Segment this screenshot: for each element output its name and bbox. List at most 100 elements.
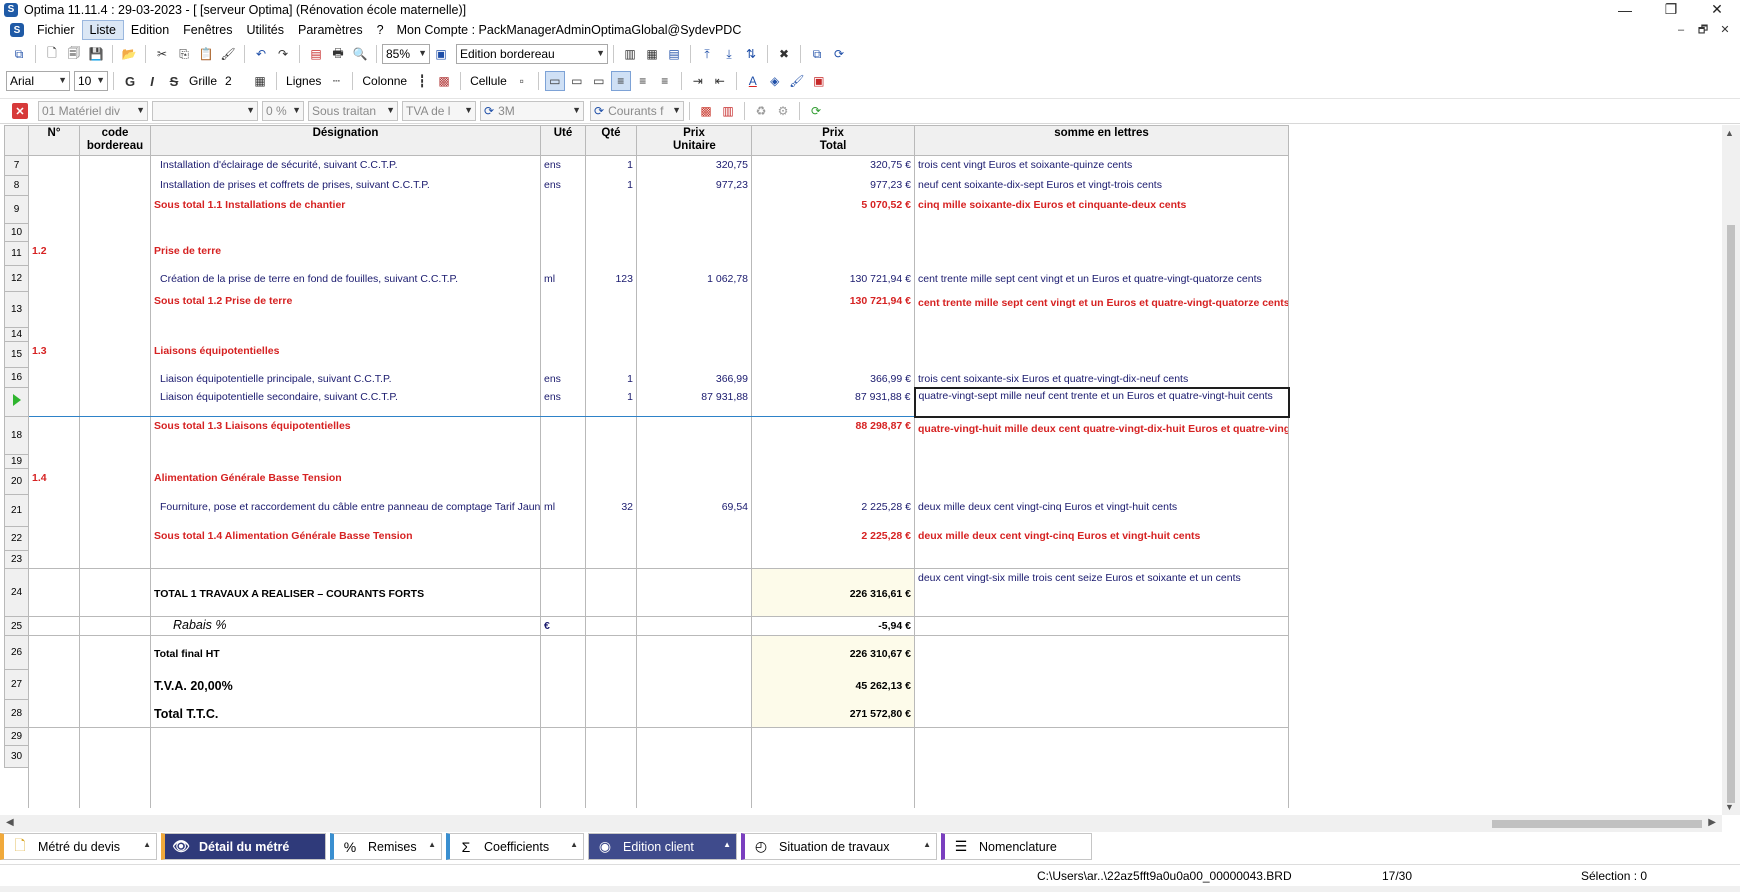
cell-designation[interactable]: Total T.T.C. — [150, 699, 541, 728]
row-number[interactable]: 12 — [4, 265, 29, 292]
table-row[interactable]: 10 — [4, 223, 1289, 242]
grid-icon[interactable]: ▦ — [250, 71, 270, 91]
cell-lettres[interactable]: cent trente mille sept cent vingt et un … — [914, 265, 1289, 292]
save-icon[interactable]: 💾 — [86, 44, 106, 64]
cell-num[interactable] — [28, 291, 80, 328]
menu-parametres[interactable]: Paramètres — [291, 20, 370, 40]
column-style-icon[interactable]: ┇ — [412, 71, 432, 91]
cell-pt[interactable]: 88 298,87 € — [751, 416, 915, 455]
cell-ute[interactable]: ens — [540, 367, 586, 388]
cell-num[interactable] — [28, 175, 80, 196]
color-palette-icon[interactable]: ▩ — [696, 101, 716, 121]
cell-pt[interactable]: 226 316,61 € — [751, 568, 915, 617]
move-top-icon[interactable]: ⤒ — [697, 44, 717, 64]
cell-num[interactable] — [28, 195, 80, 224]
duplicate-window-icon[interactable]: ⧉ — [807, 44, 827, 64]
row-number[interactable]: 27 — [4, 669, 29, 700]
col-header-code[interactable]: code bordereau — [79, 125, 151, 156]
refresh-icon[interactable]: ⟳ — [829, 44, 849, 64]
new-document-icon[interactable]: 🗋 — [42, 44, 62, 64]
close-x-icon[interactable]: ✕ — [12, 103, 28, 119]
menu-utilites[interactable]: Utilités — [240, 20, 292, 40]
cell-pu[interactable]: 69,54 — [636, 494, 752, 527]
cell-ute[interactable]: € — [540, 616, 586, 636]
print-preview-icon[interactable]: 🔍 — [350, 44, 370, 64]
cell-code[interactable] — [79, 155, 151, 176]
cell-designation[interactable]: Liaison équipotentielle secondaire, suiv… — [150, 387, 541, 417]
view-mode-select[interactable]: Edition bordereau ▼ — [456, 44, 608, 64]
cell-designation[interactable]: Liaison équipotentielle principale, suiv… — [150, 367, 541, 388]
paint-brush-icon[interactable]: 🖌 — [787, 71, 807, 91]
cell-code[interactable] — [79, 175, 151, 196]
row-number[interactable]: 11 — [4, 241, 29, 266]
cell-lettres-selected[interactable]: quatre-vingt-sept mille neuf cent trente… — [913, 386, 1290, 418]
row-number[interactable]: 30 — [4, 745, 29, 768]
indent-icon[interactable]: ⇥ — [688, 71, 708, 91]
format-clear-icon[interactable]: ▣ — [809, 71, 829, 91]
scroll-right-icon[interactable]: ▶ — [1708, 817, 1716, 828]
grid-value[interactable]: 2 — [225, 74, 245, 88]
reference-select[interactable]: ⟳ 3M ▼ — [480, 101, 584, 121]
row-number[interactable]: 24 — [4, 568, 29, 617]
maximize-button[interactable]: ❐ — [1648, 0, 1694, 19]
menu-edition[interactable]: Edition — [124, 20, 176, 40]
windows-icon[interactable]: ⧉ — [9, 44, 29, 64]
row-number[interactable]: 23 — [4, 550, 29, 569]
tab-coefficients[interactable]: Σ Coefficients ▲ — [446, 833, 584, 860]
cell-num[interactable]: 1.4 — [28, 468, 80, 495]
cell-qte[interactable] — [585, 195, 637, 224]
cell-ute[interactable]: ml — [540, 265, 586, 292]
table-row[interactable]: 8 Installation de prises et coffrets de … — [4, 175, 1289, 196]
cell-designation[interactable]: Sous total 1.1 Installations de chantier — [150, 195, 541, 224]
cell-designation[interactable]: Sous total 1.3 Liaisons équipotentielles — [150, 416, 541, 455]
cell-lettres[interactable]: deux mille deux cent vingt-cinq Euros et… — [914, 526, 1289, 551]
cell-ute[interactable]: ens — [540, 175, 586, 196]
zoom-select[interactable]: 85% ▼ — [382, 44, 430, 64]
cut-icon[interactable]: ✂ — [152, 44, 172, 64]
row-number[interactable]: 25 — [4, 616, 29, 636]
cell-designation[interactable]: Total final HT — [150, 635, 541, 670]
table-row[interactable]: 24 TOTAL 1 TRAVAUX A REALISER – COURANTS… — [4, 568, 1289, 617]
cell-designation[interactable]: T.V.A. 20,00% — [150, 669, 541, 700]
menu-fichier[interactable]: Fichier — [30, 20, 82, 40]
row-number[interactable]: 7 — [4, 155, 29, 176]
row-number[interactable]: 19 — [4, 454, 29, 469]
paste-special-icon[interactable]: 🖌 — [218, 44, 238, 64]
row-number[interactable]: 18 — [4, 416, 29, 455]
font-select[interactable]: Arial ▼ — [6, 71, 70, 91]
border-style-3-icon[interactable]: ▭ — [589, 71, 609, 91]
recycle-icon[interactable]: ♻ — [751, 101, 771, 121]
cell-pt[interactable]: 977,23 € — [751, 175, 915, 196]
cell-pt[interactable]: -5,94 € — [751, 616, 915, 636]
cell-pt[interactable]: 2 225,28 € — [751, 526, 915, 551]
cell-designation[interactable]: Installation de prises et coffrets de pr… — [150, 175, 541, 196]
align-left-icon[interactable]: ≡ — [610, 71, 631, 91]
undo-icon[interactable]: ↶ — [251, 44, 271, 64]
table-row[interactable]: 18 Sous total 1.3 Liaisons équipotentiel… — [4, 416, 1289, 455]
tools-icon[interactable]: ✖ — [774, 44, 794, 64]
bold-button[interactable]: G — [120, 71, 140, 91]
table-row[interactable]: 19 — [4, 454, 1289, 469]
cell-num[interactable] — [28, 265, 80, 292]
align-right-icon[interactable]: ≡ — [655, 71, 675, 91]
mdi-restore-button[interactable]: 🗗 — [1692, 20, 1714, 40]
move-updown-icon[interactable]: ⇅ — [741, 44, 761, 64]
cell-pu[interactable]: 366,99 — [636, 367, 752, 388]
copy-document-icon[interactable]: 🗐 — [64, 44, 84, 64]
cell-code[interactable] — [79, 241, 151, 266]
outdent-icon[interactable]: ⇤ — [710, 71, 730, 91]
cell-designation[interactable]: Rabais % — [150, 616, 541, 636]
menu-liste[interactable]: Liste — [81, 20, 124, 40]
tva-select[interactable]: TVA de l ▼ — [402, 101, 476, 121]
border-style-2-icon[interactable]: ▭ — [567, 71, 587, 91]
caret-up-icon[interactable]: ▲ — [428, 840, 436, 849]
cell-pu[interactable]: 320,75 — [636, 155, 752, 176]
minimize-button[interactable]: — — [1602, 0, 1648, 19]
cell-qte[interactable]: 123 — [585, 265, 637, 292]
percent-select[interactable]: 0 % ▼ — [262, 101, 304, 121]
row-number[interactable]: 9 — [4, 195, 29, 224]
table-row[interactable]: 28 Total T.T.C. 271 572,80 € — [4, 699, 1289, 728]
columns-split-icon[interactable]: ▦ — [642, 44, 662, 64]
open-folder-icon[interactable]: 📂 — [119, 44, 139, 64]
tab-edition-client[interactable]: ◉ Edition client ▲ — [588, 833, 737, 860]
